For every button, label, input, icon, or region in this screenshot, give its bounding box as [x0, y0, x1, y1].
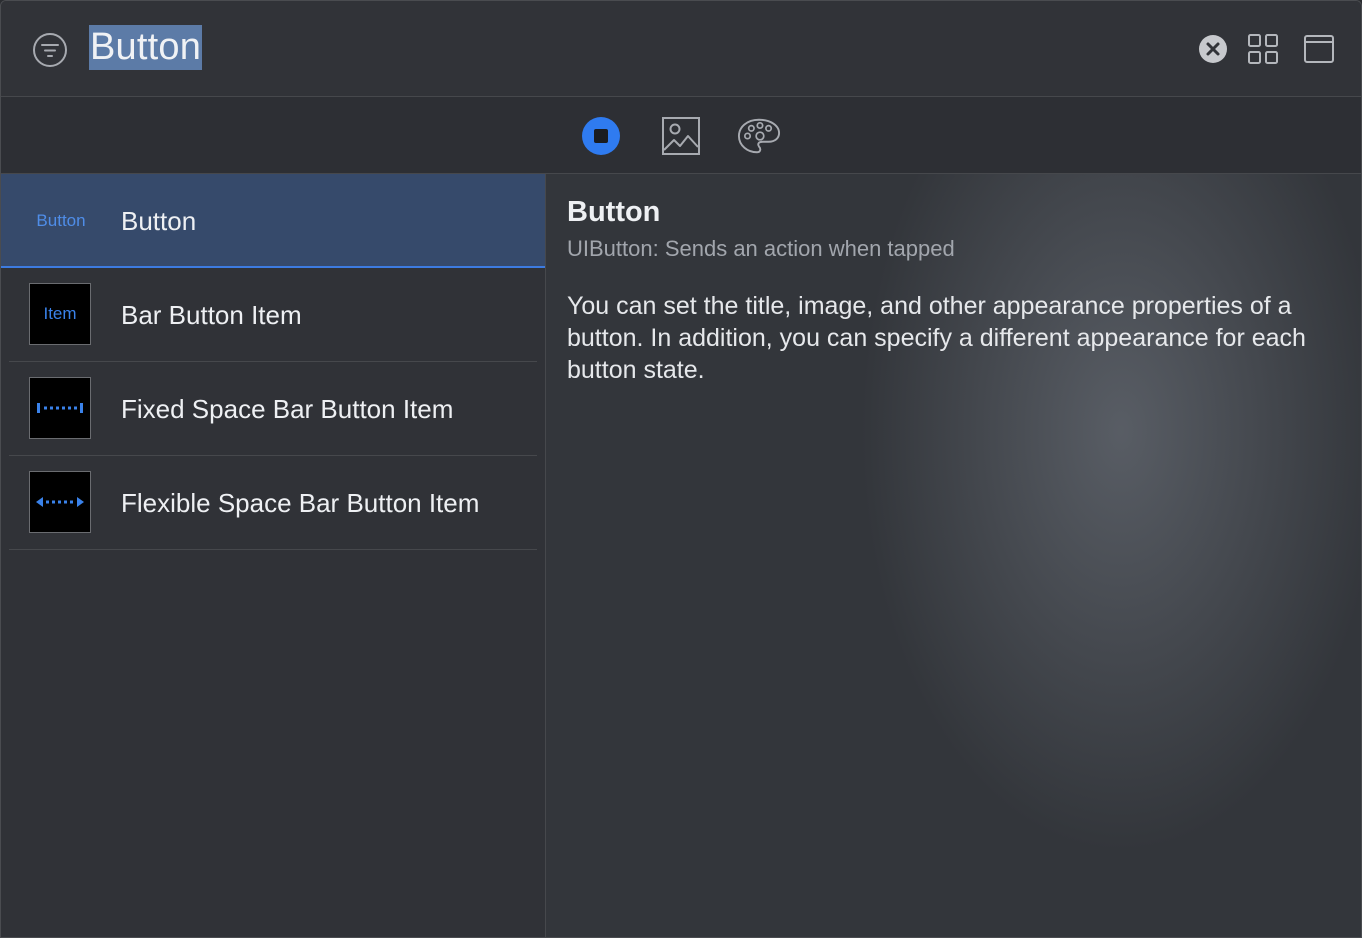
- fixed-space-thumbnail: [29, 377, 91, 439]
- list-item-button[interactable]: Button Button: [1, 174, 545, 268]
- library-tabs: [1, 97, 1361, 174]
- flexible-space-thumbnail: [29, 471, 91, 533]
- tab-colors[interactable]: [737, 115, 781, 157]
- button-thumbnail: Button: [23, 174, 99, 268]
- bar-button-item-thumbnail: Item: [29, 283, 91, 345]
- fixed-space-icon: [37, 403, 83, 413]
- list-item-title: Button: [121, 206, 197, 236]
- window-view-icon[interactable]: [1303, 34, 1335, 64]
- palette-icon: [737, 118, 781, 154]
- detail-title: Button: [567, 196, 661, 228]
- flexible-space-icon: [36, 497, 84, 507]
- list-item-bar-button-item[interactable]: Item Bar Button Item: [1, 268, 545, 362]
- tab-media[interactable]: [659, 115, 703, 157]
- list-item-fixed-space[interactable]: Fixed Space Bar Button Item: [1, 362, 545, 456]
- list-item-title: Bar Button Item: [121, 300, 302, 330]
- bar-button-item-thumbnail-text: Item: [43, 304, 77, 323]
- tab-objects[interactable]: [579, 115, 623, 157]
- detail-description: You can set the title, image, and other …: [567, 292, 1306, 384]
- button-thumbnail-text: Button: [36, 211, 86, 230]
- clear-search-icon[interactable]: [1198, 34, 1228, 64]
- detail-pane: Button UIButton: Sends an action when ta…: [546, 174, 1361, 937]
- filter-icon[interactable]: [32, 32, 68, 68]
- search-input[interactable]: Button: [89, 25, 203, 70]
- list-item-title: Flexible Space Bar Button Item: [121, 488, 480, 518]
- search-bar: Button: [1, 1, 1361, 97]
- image-icon: [662, 117, 700, 155]
- grid-view-icon[interactable]: [1247, 33, 1279, 65]
- list-item-title: Fixed Space Bar Button Item: [121, 394, 454, 424]
- list-item-flexible-space[interactable]: Flexible Space Bar Button Item: [1, 456, 545, 550]
- square-in-circle-icon: [582, 117, 620, 155]
- detail-subtitle: UIButton: Sends an action when tapped: [567, 236, 955, 261]
- list-divider: [9, 549, 537, 550]
- library-window: Button Button Button Item Bar Button Ite…: [0, 0, 1362, 938]
- library-list: Button Button Item Bar Button Item Fixed…: [1, 174, 546, 937]
- search-input-value: Button: [89, 25, 203, 70]
